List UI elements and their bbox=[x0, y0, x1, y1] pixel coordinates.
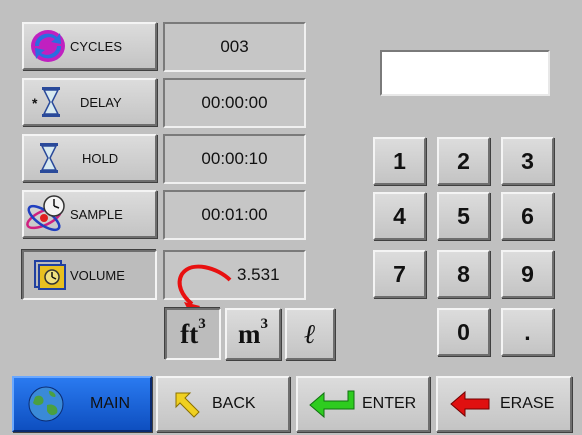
key-9[interactable]: 9 bbox=[501, 250, 554, 298]
unit-ft3-exponent: 3 bbox=[198, 316, 206, 332]
unit-m3-label: m bbox=[238, 318, 261, 349]
unit-m3-button[interactable]: m3 bbox=[225, 308, 281, 360]
svg-text:*: * bbox=[32, 95, 38, 111]
erase-label: ERASE bbox=[500, 395, 555, 412]
cycles-button[interactable]: CYCLES bbox=[22, 22, 157, 70]
hold-value[interactable]: 00:00:10 bbox=[163, 134, 306, 184]
key-6[interactable]: 6 bbox=[501, 192, 554, 240]
key-3[interactable]: 3 bbox=[501, 137, 554, 185]
sample-label: SAMPLE bbox=[70, 206, 123, 222]
unit-m3-exponent: 3 bbox=[260, 316, 269, 332]
volume-label: VOLUME bbox=[70, 267, 125, 283]
back-label: BACK bbox=[212, 395, 256, 412]
unit-ft3-button[interactable]: ft 3 bbox=[165, 308, 221, 360]
key-4[interactable]: 4 bbox=[373, 192, 426, 240]
key-decimal[interactable]: . bbox=[501, 308, 554, 356]
cycles-label: CYCLES bbox=[70, 38, 123, 54]
key-5[interactable]: 5 bbox=[437, 192, 490, 240]
main-label: MAIN bbox=[90, 395, 130, 412]
back-button[interactable]: BACK bbox=[156, 376, 290, 432]
erase-arrow-icon bbox=[448, 390, 494, 418]
key-2[interactable]: 2 bbox=[437, 137, 490, 185]
unit-ft3-label: ft bbox=[180, 318, 199, 349]
sample-button[interactable]: SAMPLE bbox=[22, 190, 157, 238]
key-7[interactable]: 7 bbox=[373, 250, 426, 298]
main-button[interactable]: MAIN bbox=[12, 376, 152, 432]
hourglass-icon bbox=[28, 140, 68, 176]
hourglass-delay-icon: * bbox=[28, 84, 68, 120]
key-0[interactable]: 0 bbox=[437, 308, 490, 356]
cycles-value[interactable]: 003 bbox=[163, 22, 306, 72]
enter-button[interactable]: ENTER bbox=[296, 376, 430, 432]
volume-value-text: 3.531 bbox=[237, 265, 280, 284]
erase-button[interactable]: ERASE bbox=[436, 376, 572, 432]
sample-value[interactable]: 00:01:00 bbox=[163, 190, 306, 240]
delay-label: DELAY bbox=[80, 94, 122, 110]
delay-button[interactable]: * DELAY bbox=[22, 78, 157, 126]
enter-label: ENTER bbox=[362, 395, 417, 412]
unit-liter-button[interactable]: ℓ bbox=[285, 308, 335, 360]
volume-icon bbox=[30, 258, 70, 292]
cycles-icon bbox=[28, 29, 68, 63]
delay-value[interactable]: 00:00:00 bbox=[163, 78, 306, 128]
hold-label: HOLD bbox=[82, 150, 119, 166]
sample-clock-icon bbox=[24, 194, 68, 234]
volume-button[interactable]: VOLUME bbox=[22, 250, 157, 300]
key-1[interactable]: 1 bbox=[373, 137, 426, 185]
key-8[interactable]: 8 bbox=[437, 250, 490, 298]
globe-icon bbox=[24, 385, 68, 423]
enter-arrow-icon bbox=[308, 389, 358, 419]
back-arrow-icon bbox=[170, 389, 204, 419]
hold-button[interactable]: HOLD bbox=[22, 134, 157, 182]
unit-liter-label: ℓ bbox=[304, 318, 316, 349]
entry-display bbox=[380, 50, 550, 96]
